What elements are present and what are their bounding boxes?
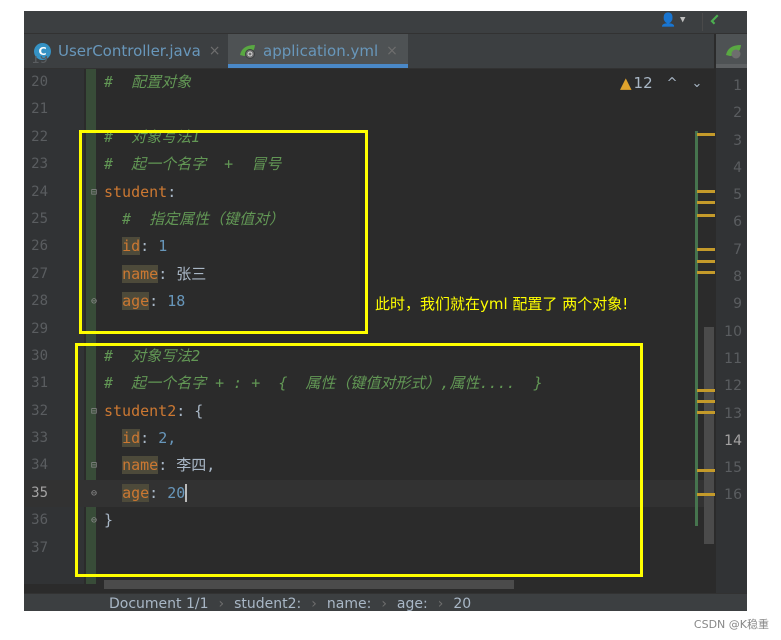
- vertical-scrollbar[interactable]: [704, 327, 714, 544]
- line-number: 1: [733, 78, 742, 94]
- warning-stripe[interactable]: [697, 133, 715, 136]
- partial-line: 19: [24, 56, 714, 69]
- line-number: 30: [31, 347, 48, 364]
- split-tab[interactable]: [716, 34, 747, 68]
- user-icon[interactable]: 👤: [660, 13, 678, 29]
- line-number: 35: [31, 484, 48, 501]
- breadcrumb: Document 1/1 › student2: › name: › age: › 20: [109, 596, 471, 611]
- warning-icon: ▲: [620, 74, 632, 92]
- line-number: 3: [733, 132, 742, 149]
- warning-stripe[interactable]: [697, 400, 715, 403]
- breadcrumb-bar: Document 1/1 › student2: › name: › age: › 20: [24, 593, 747, 611]
- warning-stripe[interactable]: [697, 190, 715, 193]
- line-number: 7: [733, 241, 742, 258]
- build-hammer-icon[interactable]: ⌐: [704, 11, 727, 31]
- line-number: 9: [733, 296, 742, 313]
- line-number: 6: [733, 214, 742, 231]
- line-number: 24: [31, 183, 48, 200]
- line-number: 37: [31, 539, 48, 556]
- breadcrumb-separator: ›: [381, 596, 387, 611]
- warning-stripe[interactable]: [697, 469, 715, 472]
- breadcrumb-item[interactable]: student2:: [234, 596, 301, 611]
- warning-stripe[interactable]: [697, 201, 715, 204]
- breadcrumb-item[interactable]: Document 1/1: [109, 596, 209, 611]
- highlight-box-object-1: [79, 130, 368, 334]
- line-number: 16: [724, 487, 742, 504]
- breadcrumb-item[interactable]: age:: [397, 596, 428, 611]
- line-number: 11: [724, 350, 742, 367]
- line-number: 25: [31, 210, 48, 227]
- breadcrumb-separator: ›: [218, 596, 225, 611]
- line-number: 10: [724, 323, 742, 340]
- horizontal-scrollbar[interactable]: [104, 580, 514, 589]
- line-number: 33: [31, 430, 48, 447]
- line-number: 4: [733, 159, 742, 176]
- comment: # 配置对象: [104, 73, 192, 91]
- line-number: 28: [31, 293, 48, 310]
- line-number: 29: [31, 320, 48, 337]
- line-number: 15: [724, 460, 742, 477]
- line-number: 13: [724, 405, 742, 422]
- line-number: 32: [31, 402, 48, 419]
- line-number: 21: [31, 101, 48, 118]
- toolbar-divider: [702, 13, 703, 31]
- line-number: 34: [31, 457, 48, 474]
- line-number: 22: [31, 128, 48, 145]
- warning-stripe[interactable]: [697, 411, 715, 414]
- split-line-numbers: 1 2 3 4 5 6 7 8 9 10 11 12 13 14 15 16: [716, 73, 747, 510]
- warning-stripe[interactable]: [697, 271, 715, 274]
- breadcrumb-item[interactable]: name:: [327, 596, 371, 611]
- warning-stripe[interactable]: [697, 389, 715, 392]
- breadcrumb-item[interactable]: 20: [453, 596, 471, 611]
- warning-count: 12: [633, 74, 653, 92]
- line-number: 8: [733, 269, 742, 286]
- warning-stripe[interactable]: [697, 214, 715, 217]
- top-toolbar: 👤 ▼ ⌐: [24, 11, 747, 34]
- warning-stripe[interactable]: [697, 493, 715, 496]
- code-text: # 配置对象: [104, 69, 191, 96]
- line-number: 5: [733, 187, 742, 204]
- line-number: 23: [31, 156, 48, 173]
- line-number: 27: [31, 265, 48, 282]
- line-number: 2: [733, 105, 742, 122]
- line-number: 20: [31, 74, 48, 90]
- annotation-text: 此时，我们就在yml 配置了 两个对象!: [375, 295, 629, 313]
- warning-stripe[interactable]: [697, 260, 715, 263]
- line-number: 26: [31, 238, 48, 255]
- warning-stripe[interactable]: [697, 248, 715, 251]
- code-line[interactable]: 21: [24, 96, 714, 123]
- split-editor-pane: 1 2 3 4 5 6 7 8 9 10 11 12 13 14 15 16: [715, 34, 747, 611]
- line-number: 31: [31, 375, 48, 392]
- breadcrumb-separator: ›: [437, 596, 444, 611]
- next-highlight-icon[interactable]: ⌄: [692, 76, 703, 91]
- line-number: 19: [31, 56, 48, 67]
- line-number: 14: [724, 432, 742, 449]
- watermark: CSDN @K稳重: [693, 618, 769, 631]
- previous-highlight-icon[interactable]: ^: [667, 76, 678, 91]
- line-number: 12: [724, 378, 742, 395]
- chevron-down-icon[interactable]: ▼: [680, 15, 685, 25]
- code-line[interactable]: 20 # 配置对象: [24, 69, 714, 96]
- inspection-widget[interactable]: ▲ 12 ^ ⌄: [620, 74, 702, 92]
- highlight-box-object-2: [75, 343, 643, 577]
- breadcrumb-separator: ›: [311, 596, 317, 611]
- line-number: 36: [31, 512, 48, 529]
